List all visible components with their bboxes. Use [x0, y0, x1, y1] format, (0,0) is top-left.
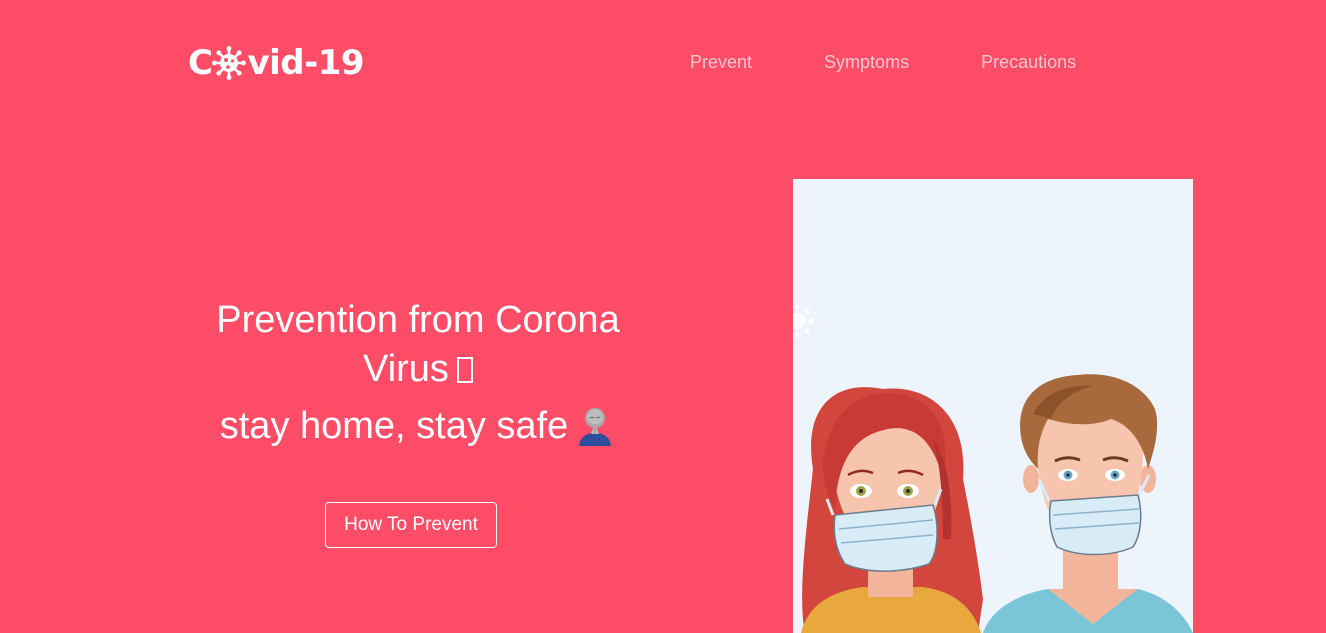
- hero-title-line2: Virus: [363, 348, 449, 390]
- nav-link-symptoms[interactable]: Symptoms: [824, 50, 909, 74]
- nav-link-precautions[interactable]: Precautions: [981, 50, 1076, 74]
- illustration-svg: [793, 304, 1193, 633]
- virus-icon: [212, 46, 247, 80]
- logo-suffix: vid-19: [247, 43, 365, 83]
- logo[interactable]: C vid-19: [188, 38, 365, 88]
- how-to-prevent-button[interactable]: How To Prevent: [325, 502, 497, 548]
- masked-people-illustration: [793, 179, 1193, 633]
- hero-title-line1: Prevention from Corona: [216, 299, 620, 341]
- page: C vid-19 Prevent Symptoms Precautions Pr…: [0, 0, 1326, 633]
- hero-subtitle-text: stay home, stay safe: [219, 405, 569, 447]
- hero-subtitle: stay home, stay safe: [170, 402, 666, 450]
- main-nav: Prevent Symptoms Precautions: [690, 50, 1076, 74]
- missing-glyph-icon: [456, 357, 473, 383]
- person-praying-icon: [579, 408, 612, 446]
- hero-title: Prevention from Corona Virus: [170, 296, 666, 394]
- virus-decoration-icon: [793, 304, 814, 338]
- nav-link-prevent[interactable]: Prevent: [690, 50, 752, 74]
- logo-prefix: C: [188, 43, 213, 83]
- hero-section: Prevention from Corona Virus stay home, …: [170, 296, 666, 450]
